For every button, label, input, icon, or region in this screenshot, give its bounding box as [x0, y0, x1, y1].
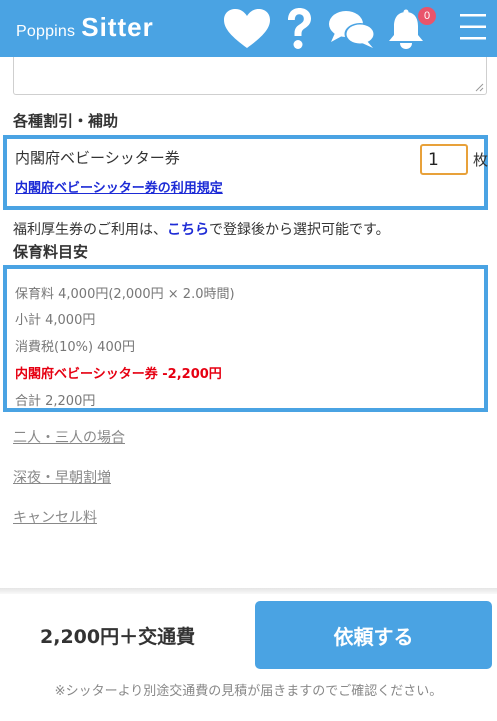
- fee-base-line: 保育料 4,000円(2,000円 × 2.0時間): [15, 287, 235, 302]
- cancellation-fee-link[interactable]: キャンセル料: [13, 507, 97, 527]
- logo-text-small: Poppins: [16, 23, 76, 40]
- fee-tax-line: 消費税(10%) 400円: [15, 340, 135, 355]
- welfare-text-after: で登録後から選択可能です。: [209, 222, 390, 238]
- night-early-surcharge-link[interactable]: 深夜・早朝割増: [13, 467, 111, 487]
- memo-textarea[interactable]: [13, 57, 487, 95]
- chat-icon[interactable]: [327, 8, 377, 50]
- fee-estimate-box: 保育料 4,000円(2,000円 × 2.0時間) 小計 4,000円 消費税…: [3, 265, 488, 412]
- welfare-text-before: 福利厚生券のご利用は、: [13, 222, 167, 238]
- coupon-terms-link[interactable]: 内閣府ベビーシッター券の利用規定: [15, 177, 223, 196]
- resize-grip-icon[interactable]: [475, 83, 484, 92]
- coupon-label: 内閣府ベビーシッター券: [15, 149, 180, 167]
- total-price: 2,200円＋交通費: [40, 626, 196, 648]
- welfare-notice: 福利厚生券のご利用は、こちらで登録後から選択可能です。: [13, 219, 390, 239]
- logo-text-big: Sitter: [81, 12, 154, 42]
- question-icon[interactable]: [284, 7, 314, 51]
- welfare-link[interactable]: こちら: [167, 222, 209, 238]
- coupon-box: 内閣府ベビーシッター券 枚 内閣府ベビーシッター券の利用規定: [3, 135, 488, 210]
- transport-fee-note: ※シッターより別途交通費の見積が届きますのでご確認ください。: [54, 684, 443, 699]
- fee-discount-line: 内閣府ベビーシッター券 -2,200円: [15, 367, 222, 382]
- fee-subtotal-line: 小計 4,000円: [15, 313, 96, 328]
- coupon-unit: 枚: [473, 151, 489, 169]
- footer-bar: 2,200円＋交通費 依頼する ※シッターより別途交通費の見積が届きますのでご確…: [0, 594, 497, 721]
- coupon-quantity-input[interactable]: [420, 144, 468, 175]
- discounts-title: 各種割引・補助: [13, 112, 119, 130]
- request-button[interactable]: 依頼する: [255, 601, 492, 669]
- notification-count-badge: 0: [418, 7, 436, 25]
- multiple-children-link[interactable]: 二人・三人の場合: [13, 427, 125, 447]
- app-header: Poppins Sitter 0: [0, 0, 497, 57]
- fee-estimate-title: 保育料目安: [13, 243, 89, 261]
- menu-icon[interactable]: [460, 12, 486, 42]
- fee-total-line: 合計 2,200円: [15, 394, 96, 409]
- logo[interactable]: Poppins Sitter: [16, 12, 154, 46]
- heart-icon[interactable]: [223, 8, 271, 50]
